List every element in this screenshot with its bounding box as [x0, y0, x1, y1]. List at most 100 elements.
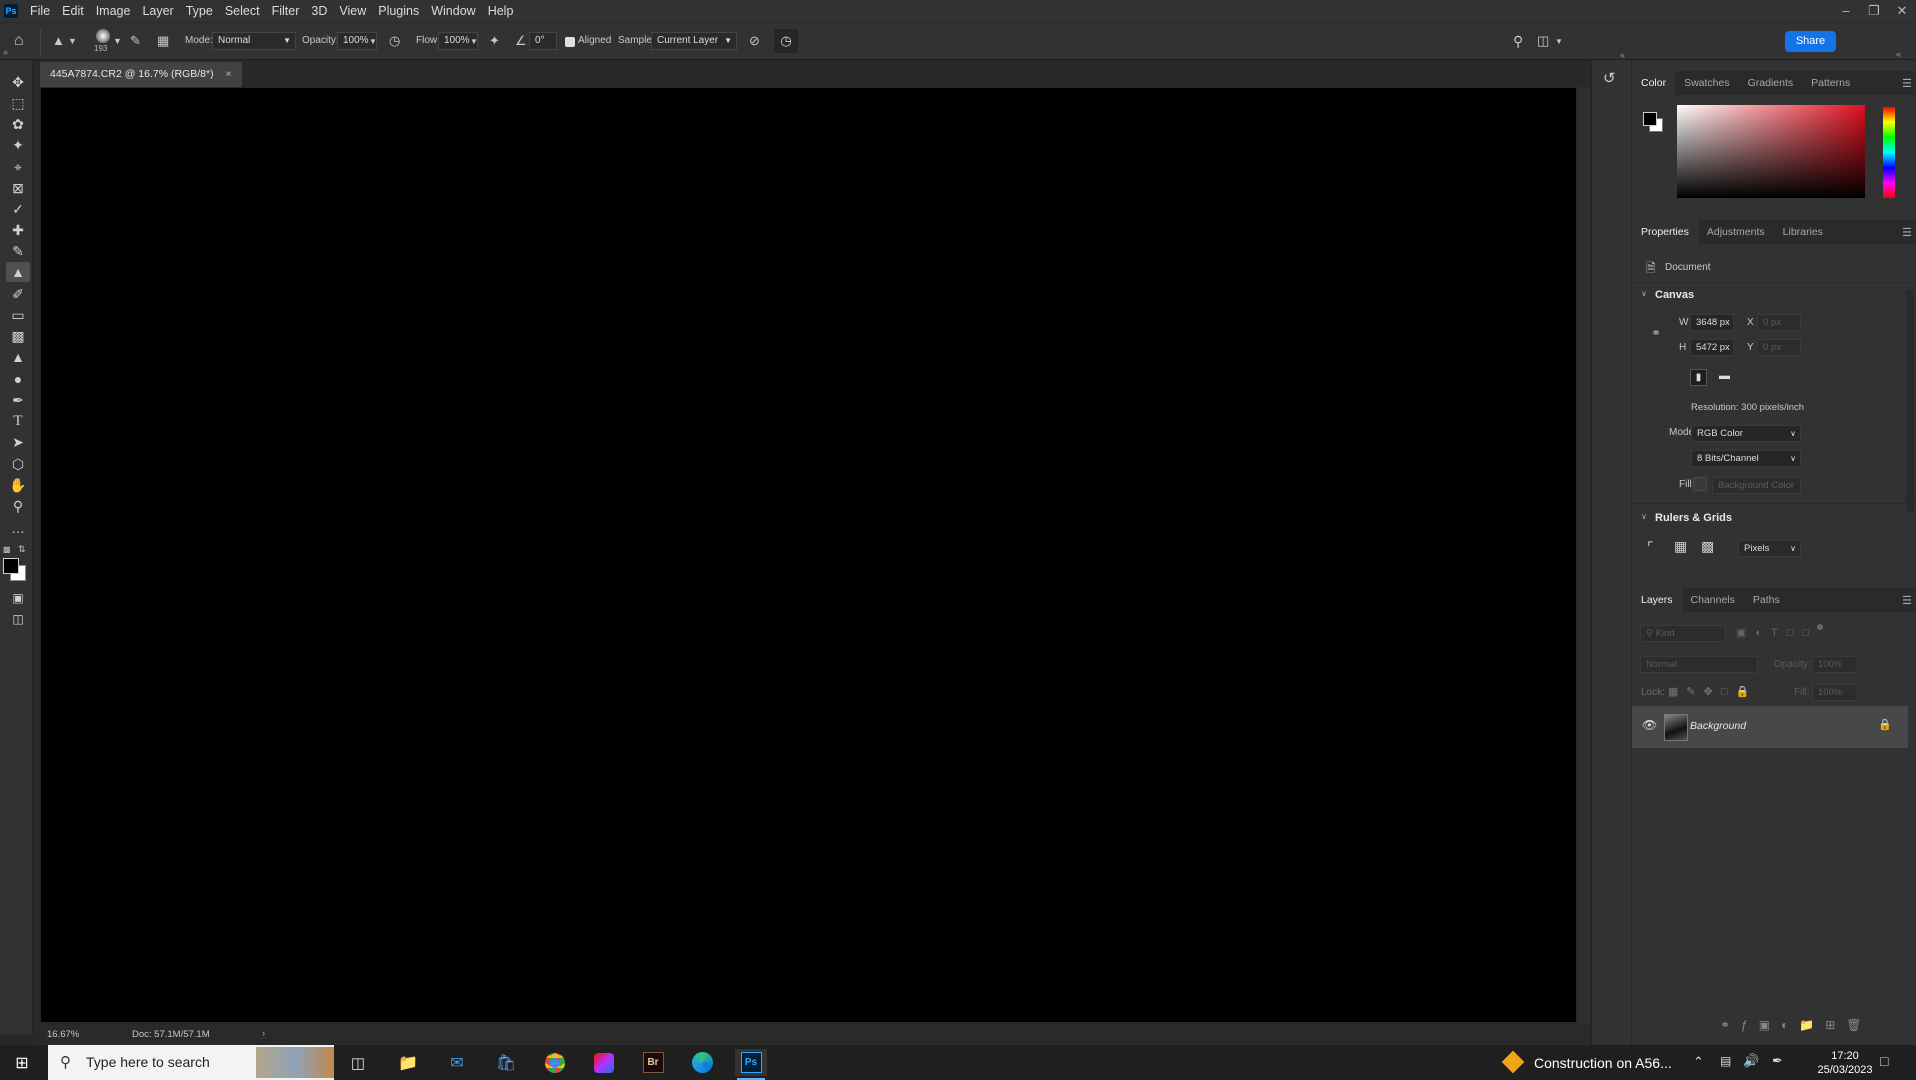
menu-edit[interactable]: Edit: [56, 0, 90, 22]
edge-icon[interactable]: [686, 1049, 718, 1076]
color-field[interactable]: [1677, 105, 1865, 198]
menu-file[interactable]: File: [24, 0, 56, 22]
tab-patterns[interactable]: Patterns: [1802, 71, 1859, 95]
clone-stamp-tool-icon[interactable]: ▲: [6, 262, 30, 282]
taskbar-search-box[interactable]: ⚲ Type here to search: [48, 1045, 334, 1080]
chevron-down-icon[interactable]: ▼: [68, 36, 77, 46]
tab-paths[interactable]: Paths: [1744, 588, 1789, 612]
eyedropper-tool-icon[interactable]: ✓: [8, 199, 28, 219]
weather-news-text[interactable]: Construction on A56...: [1534, 1055, 1672, 1071]
link-icon[interactable]: ⚭: [1651, 326, 1661, 340]
vertical-scrollbar[interactable]: [1577, 87, 1590, 1025]
height-field[interactable]: 5472 px: [1690, 339, 1734, 356]
eye-icon[interactable]: 👁: [1642, 718, 1657, 732]
tab-gradients[interactable]: Gradients: [1739, 71, 1803, 95]
healing-brush-tool-icon[interactable]: ✚: [8, 220, 28, 240]
airbrush-icon[interactable]: ✦: [489, 33, 500, 49]
collapse-icon[interactable]: «: [1896, 49, 1901, 59]
brush-tool-icon[interactable]: ✎: [8, 241, 28, 261]
lock-icon[interactable]: 🔒: [1878, 718, 1892, 731]
history-panel-icon[interactable]: ↺: [1603, 69, 1616, 87]
clone-stamp-preset-icon[interactable]: ▲: [52, 33, 65, 48]
marquee-tool-icon[interactable]: ⬚: [8, 93, 28, 113]
panel-menu-icon[interactable]: ☰: [1902, 226, 1912, 239]
bit-depth-select[interactable]: 8 Bits/Channel ∨: [1691, 450, 1801, 467]
move-tool-icon[interactable]: ✥: [8, 72, 28, 92]
tab-channels[interactable]: Channels: [1682, 588, 1744, 612]
menu-plugins[interactable]: Plugins: [372, 0, 425, 22]
menu-3d[interactable]: 3D: [305, 0, 333, 22]
mode-select[interactable]: Normal ▼: [212, 32, 296, 50]
windows-start-icon[interactable]: ⊞: [6, 1049, 38, 1076]
store-icon[interactable]: 🛍: [490, 1049, 522, 1076]
home-icon[interactable]: ⌂: [14, 32, 24, 50]
brush-preview-icon[interactable]: [96, 29, 110, 43]
tab-swatches[interactable]: Swatches: [1675, 71, 1739, 95]
chevron-down-icon[interactable]: ▼: [470, 37, 478, 46]
document-canvas[interactable]: [41, 88, 1576, 1022]
chevron-down-icon[interactable]: ▼: [113, 36, 122, 46]
collapse-icon[interactable]: «: [1620, 50, 1625, 60]
collapse-icon[interactable]: »: [3, 47, 8, 57]
frame-tool-icon[interactable]: ⊠: [8, 178, 28, 198]
blur-tool-icon[interactable]: ▲: [8, 347, 28, 367]
magic-wand-tool-icon[interactable]: ✦: [8, 135, 28, 155]
chrome-icon[interactable]: [539, 1049, 571, 1076]
workspace-icon[interactable]: ◫: [1537, 33, 1549, 49]
restore-icon[interactable]: ❐: [1860, 3, 1888, 19]
taskbar-clock[interactable]: 17:20 25/03/2023: [1810, 1049, 1880, 1077]
zoom-level[interactable]: 16.67%: [47, 1029, 79, 1040]
bridge-icon[interactable]: Br: [637, 1049, 669, 1076]
search-icon[interactable]: ⚲: [1513, 33, 1523, 50]
crop-tool-icon[interactable]: ⌖: [8, 157, 28, 177]
type-tool-icon[interactable]: T: [8, 411, 28, 431]
panel-menu-icon[interactable]: ☰: [1902, 594, 1912, 607]
path-selection-tool-icon[interactable]: ➤: [8, 432, 28, 452]
rulers-icon[interactable]: ⌜: [1647, 539, 1654, 556]
tab-adjustments[interactable]: Adjustments: [1698, 220, 1774, 244]
history-brush-tool-icon[interactable]: ✐: [8, 284, 28, 304]
eraser-tool-icon[interactable]: ▭: [8, 305, 28, 325]
chevron-right-icon[interactable]: ›: [262, 1028, 265, 1039]
menu-image[interactable]: Image: [90, 0, 137, 22]
menu-window[interactable]: Window: [425, 0, 481, 22]
tab-properties[interactable]: Properties: [1632, 220, 1698, 244]
file-explorer-icon[interactable]: 📁: [392, 1049, 424, 1076]
photoshop-icon[interactable]: Ps: [735, 1049, 767, 1076]
layer-row[interactable]: 👁 Background 🔒: [1632, 706, 1908, 748]
zoom-tool-icon[interactable]: ⚲: [8, 496, 28, 516]
quick-mask-icon[interactable]: ▣: [8, 588, 28, 608]
menu-filter[interactable]: Filter: [266, 0, 306, 22]
layer-name[interactable]: Background: [1690, 720, 1746, 732]
angle-field[interactable]: 0°: [529, 32, 557, 50]
share-button[interactable]: Share: [1785, 31, 1836, 52]
menu-view[interactable]: View: [333, 0, 372, 22]
tab-layers[interactable]: Layers: [1632, 588, 1682, 612]
pen-icon[interactable]: ✒: [1772, 1053, 1783, 1069]
swap-colors-icon[interactable]: ⇅: [18, 544, 26, 555]
aligned-checkbox[interactable]: [565, 37, 575, 47]
task-view-icon[interactable]: ◫: [342, 1049, 374, 1076]
properties-scrollbar[interactable]: [1906, 290, 1914, 512]
notifications-icon[interactable]: □: [1880, 1053, 1888, 1069]
menu-select[interactable]: Select: [219, 0, 266, 22]
color-fg-swatch[interactable]: [1643, 112, 1657, 126]
hue-slider[interactable]: [1883, 107, 1895, 198]
mail-icon[interactable]: ✉: [441, 1049, 473, 1076]
pen-tool-icon[interactable]: ✒: [8, 390, 28, 410]
landscape-orientation-icon[interactable]: ▬: [1716, 369, 1733, 386]
sample-select[interactable]: Current Layer ▼: [651, 32, 737, 50]
color-mode-select[interactable]: RGB Color ∨: [1691, 425, 1801, 442]
chevron-up-icon[interactable]: ⌃: [1693, 1054, 1704, 1070]
shape-tool-icon[interactable]: ⬡: [8, 454, 28, 474]
foreground-color-swatch[interactable]: [3, 558, 19, 574]
brush-settings-icon[interactable]: ✎: [130, 33, 141, 49]
chevron-down-icon[interactable]: ▼: [369, 37, 377, 46]
units-select[interactable]: Pixels ∨: [1738, 540, 1801, 557]
panel-menu-icon[interactable]: ☰: [1902, 77, 1912, 90]
grid-icon[interactable]: ▦: [1674, 538, 1687, 555]
chevron-down-icon[interactable]: ∨: [1641, 289, 1647, 298]
menu-layer[interactable]: Layer: [136, 0, 179, 22]
close-tab-icon[interactable]: ×: [226, 68, 232, 80]
layers-footer-icons[interactable]: ⚭ƒ▣◐📁⊞🗑: [1720, 1018, 1873, 1032]
